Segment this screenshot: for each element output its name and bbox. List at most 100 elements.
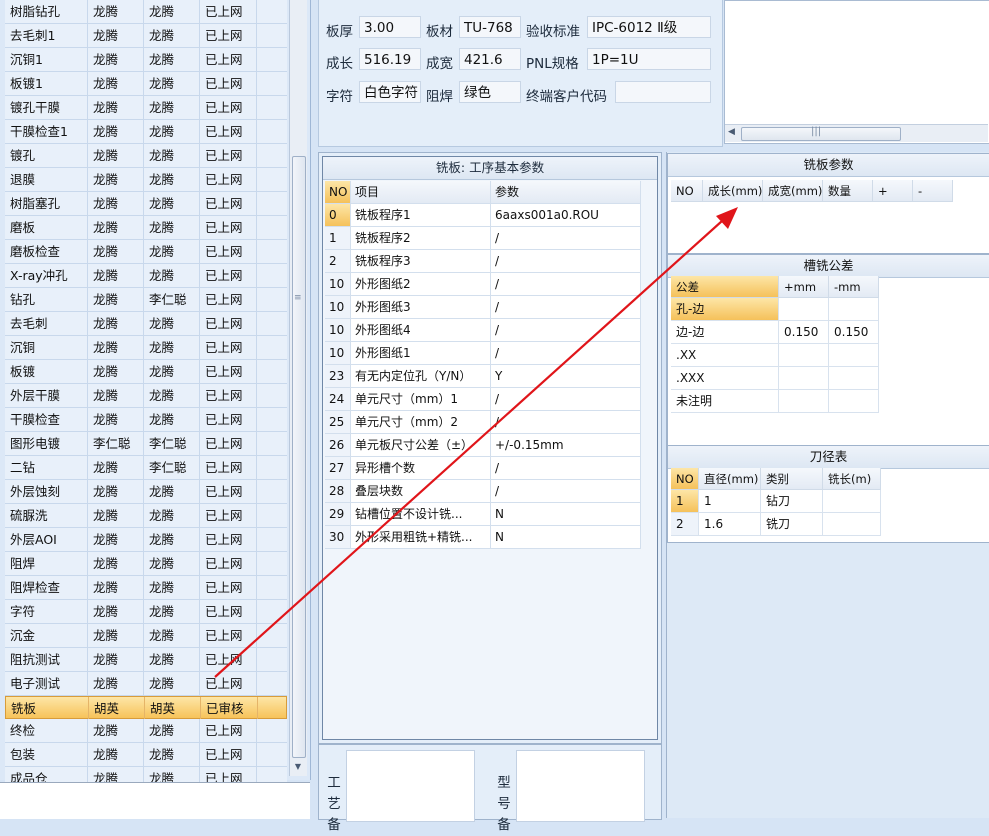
header-item[interactable]: 项目 xyxy=(351,181,491,203)
mbp-header-2[interactable]: 成宽(mm) xyxy=(763,180,823,202)
param-value[interactable]: +/-0.15mm xyxy=(491,434,641,456)
tol-cell-minus[interactable]: 0.150 xyxy=(829,321,879,344)
process-row[interactable]: 干膜检查1 龙腾 龙腾 已上网 xyxy=(5,120,287,144)
process-row[interactable]: 阻焊检查 龙腾 龙腾 已上网 xyxy=(5,576,287,600)
mask-field[interactable]: 绿色 xyxy=(459,81,521,103)
process-row[interactable]: 电子测试 龙腾 龙腾 已上网 xyxy=(5,672,287,696)
param-row[interactable]: 10 外形图纸3/ xyxy=(325,296,641,319)
process-row[interactable]: 沉金 龙腾 龙腾 已上网 xyxy=(5,624,287,648)
width-field[interactable]: 421.6 xyxy=(459,48,521,70)
param-row[interactable]: 10 外形图纸2/ xyxy=(325,273,641,296)
process-row[interactable]: 阻抗测试 龙腾 龙腾 已上网 xyxy=(5,648,287,672)
tol-cell-plus[interactable]: 0.150 xyxy=(779,321,829,344)
process-row[interactable]: 干膜检查 龙腾 龙腾 已上网 xyxy=(5,408,287,432)
tol-cell-plus[interactable] xyxy=(779,298,829,321)
scrollbar-thumb[interactable] xyxy=(292,156,306,758)
board-thickness-field[interactable]: 3.00 xyxy=(359,16,421,38)
tol-cell-plus[interactable] xyxy=(779,390,829,413)
tol-cell-name[interactable]: 未注明 xyxy=(671,390,779,413)
param-row[interactable]: 26 单元板尺寸公差（±） +/-0.15mm xyxy=(325,434,641,457)
process-row[interactable]: 外层AOI 龙腾 龙腾 已上网 xyxy=(5,528,287,552)
param-value[interactable]: / xyxy=(491,296,641,318)
param-row[interactable]: 0 铣板程序1 6aaxs001a0.ROU xyxy=(325,204,641,227)
customer-code-field[interactable] xyxy=(615,81,711,103)
tool-header-3[interactable]: 铣长(m) xyxy=(823,468,881,490)
process-row[interactable]: 退膜 龙腾 龙腾 已上网 xyxy=(5,168,287,192)
pnl-field[interactable]: 1P=1U xyxy=(587,48,711,70)
process-row[interactable]: 磨板 龙腾 龙腾 已上网 xyxy=(5,216,287,240)
tol-cell-plus[interactable] xyxy=(779,344,829,367)
tool-cell-no[interactable]: 1 xyxy=(671,490,699,513)
material-field[interactable]: TU-768 xyxy=(459,16,521,38)
tool-cell-type[interactable]: 钻刀 xyxy=(761,490,823,513)
param-row[interactable]: 10 外形图纸4/ xyxy=(325,319,641,342)
tol-cell-minus[interactable] xyxy=(829,367,879,390)
process-row[interactable]: 终检 龙腾 龙腾 已上网 xyxy=(5,719,287,743)
process-notes-box[interactable] xyxy=(346,750,475,822)
process-row[interactable]: 镀孔 龙腾 龙腾 已上网 xyxy=(5,144,287,168)
scroll-down-icon[interactable]: ▼ xyxy=(292,762,304,774)
tool-cell-length[interactable] xyxy=(823,490,881,513)
param-row[interactable]: 28 叠层块数 / xyxy=(325,480,641,503)
mbp-header-5[interactable]: - xyxy=(913,180,953,202)
param-value[interactable]: N xyxy=(491,503,641,525)
header-no[interactable]: NO xyxy=(325,181,351,203)
tol-cell-name[interactable]: 边-边 xyxy=(671,321,779,344)
length-field[interactable]: 516.19 xyxy=(359,48,421,70)
mbp-header-4[interactable]: + xyxy=(873,180,913,202)
tol-cell-minus[interactable] xyxy=(829,344,879,367)
process-row[interactable]: 去毛刺 龙腾 龙腾 已上网 xyxy=(5,312,287,336)
process-row[interactable]: 铣板 胡英 胡英 已审核 xyxy=(5,696,287,720)
param-value[interactable]: / xyxy=(491,250,641,272)
standard-field[interactable]: IPC-6012 Ⅱ级 xyxy=(587,16,711,38)
param-value[interactable]: Y xyxy=(491,365,641,387)
param-value[interactable]: / xyxy=(491,227,641,249)
tol-cell-name[interactable]: .XX xyxy=(671,344,779,367)
param-row[interactable]: 27 异形槽个数 / xyxy=(325,457,641,480)
process-row[interactable]: 硫脲洗 龙腾 龙腾 已上网 xyxy=(5,504,287,528)
param-row[interactable]: 23 有无内定位孔（Y/N） Y xyxy=(325,365,641,388)
tool-cell-length[interactable] xyxy=(823,513,881,536)
param-value[interactable]: N xyxy=(491,526,641,548)
tool-header-1[interactable]: 直径(mm) xyxy=(699,468,761,490)
param-row[interactable]: 10 外形图纸1/ xyxy=(325,342,641,365)
header-param[interactable]: 参数 xyxy=(491,181,641,203)
process-row[interactable]: 图形电镀 李仁聪 李仁聪 已上网 xyxy=(5,432,287,456)
mbp-header-1[interactable]: 成长(mm) xyxy=(703,180,763,202)
mbp-header-3[interactable]: 数量 xyxy=(823,180,873,202)
tool-cell-no[interactable]: 2 xyxy=(671,513,699,536)
tool-cell-diameter[interactable]: 1.6 xyxy=(699,513,761,536)
process-row[interactable]: X-ray冲孔 龙腾 龙腾 已上网 xyxy=(5,264,287,288)
process-row[interactable]: 板镀 龙腾 龙腾 已上网 xyxy=(5,360,287,384)
param-row[interactable]: 1 铣板程序2/ xyxy=(325,227,641,250)
tool-cell-diameter[interactable]: 1 xyxy=(699,490,761,513)
tol-cell-plus[interactable] xyxy=(779,367,829,390)
tol-cell-minus[interactable] xyxy=(829,390,879,413)
process-row[interactable]: 板镀1 龙腾 龙腾 已上网 xyxy=(5,72,287,96)
mbp-header-0[interactable]: NO xyxy=(671,180,703,202)
process-row[interactable]: 阻焊 龙腾 龙腾 已上网 xyxy=(5,552,287,576)
tol-header-0[interactable]: 公差 xyxy=(671,276,779,298)
process-row[interactable]: 包装 龙腾 龙腾 已上网 xyxy=(5,743,287,767)
param-value[interactable]: / xyxy=(491,319,641,341)
process-row[interactable]: 钻孔 龙腾 李仁聪 已上网 xyxy=(5,288,287,312)
horizontal-scrollbar[interactable]: ◀ ||| xyxy=(725,124,988,142)
model-notes-box[interactable] xyxy=(516,750,645,822)
param-value[interactable]: / xyxy=(491,411,641,433)
tol-cell-minus[interactable] xyxy=(829,298,879,321)
process-row[interactable]: 树脂塞孔 龙腾 龙腾 已上网 xyxy=(5,192,287,216)
process-row[interactable]: 外层蚀刻 龙腾 龙腾 已上网 xyxy=(5,480,287,504)
param-row[interactable]: 24 单元尺寸（mm）1/ xyxy=(325,388,641,411)
process-row[interactable]: 字符 龙腾 龙腾 已上网 xyxy=(5,600,287,624)
process-list-scrollbar[interactable]: ≡ ▼ xyxy=(289,0,307,776)
param-value[interactable]: / xyxy=(491,388,641,410)
process-row[interactable]: 二钻 龙腾 李仁聪 已上网 xyxy=(5,456,287,480)
process-row[interactable]: 外层干膜 龙腾 龙腾 已上网 xyxy=(5,384,287,408)
param-value[interactable]: / xyxy=(491,342,641,364)
param-value[interactable]: / xyxy=(491,457,641,479)
process-row[interactable]: 树脂钻孔 龙腾 龙腾 已上网 xyxy=(5,0,287,24)
tol-header-2[interactable]: -mm xyxy=(829,276,879,298)
param-row[interactable]: 2 铣板程序3/ xyxy=(325,250,641,273)
scroll-left-icon[interactable]: ◀ xyxy=(728,127,735,137)
tool-cell-type[interactable]: 铣刀 xyxy=(761,513,823,536)
